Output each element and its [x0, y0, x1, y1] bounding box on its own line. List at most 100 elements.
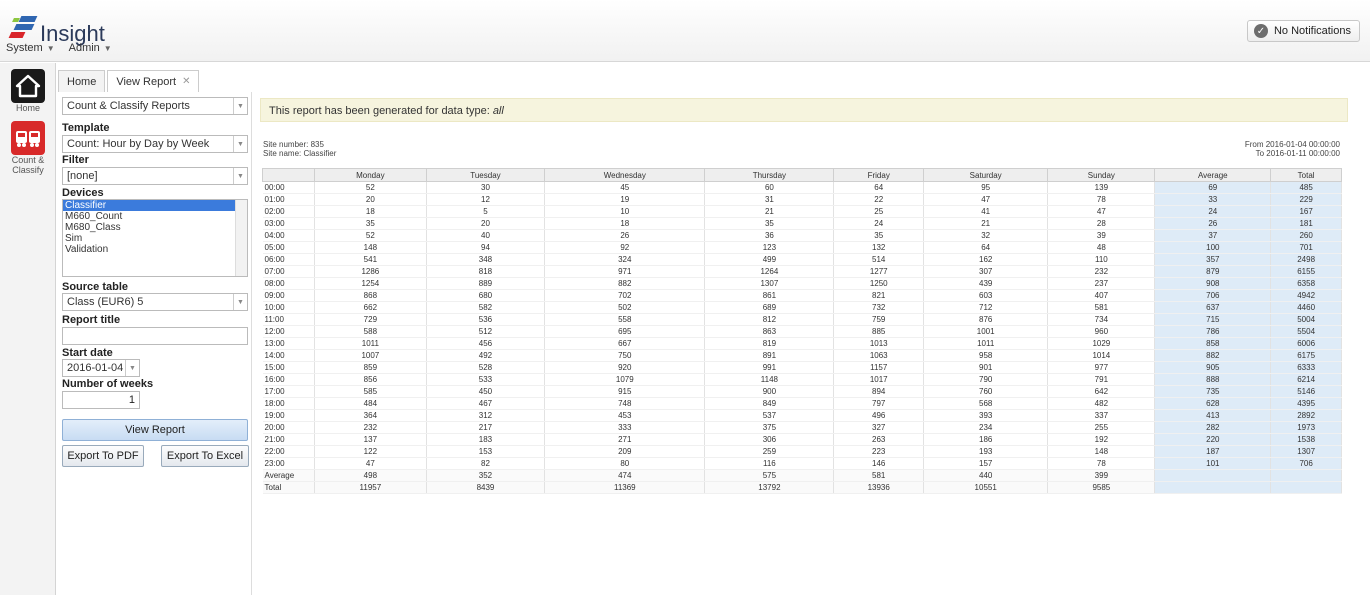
- column-header: Tuesday: [425, 168, 546, 182]
- table-cell: 876: [923, 313, 1049, 326]
- table-row: 01:00 20 12 19 31 22 47 78 33 229: [262, 193, 1342, 206]
- source-table-select[interactable]: Class (EUR6) 5 ▼: [62, 293, 248, 311]
- table-cell: 162: [923, 253, 1049, 266]
- row-label: 23:00: [262, 457, 315, 470]
- device-option[interactable]: Classifier: [63, 200, 235, 211]
- table-cell: 64: [833, 181, 924, 194]
- table-cell: 255: [1047, 421, 1156, 434]
- table-cell: [1270, 469, 1342, 482]
- table-cell: 32: [923, 229, 1049, 242]
- table-row: 10:00 662 582 502 689 732 712 581 637 4460: [262, 301, 1342, 314]
- row-label: 04:00: [262, 229, 315, 242]
- table-cell: 888: [1154, 373, 1272, 386]
- table-header-row: Monday Tuesday Wednesday Thursday Friday Satu…: [262, 168, 1342, 182]
- report-title-input[interactable]: [62, 327, 248, 345]
- table-row: 18:00 484 467 748 849 797 568 482 628 4395: [262, 397, 1342, 410]
- nav-home[interactable]: Home: [3, 69, 53, 113]
- table-cell: 324: [544, 253, 706, 266]
- table-cell: 333: [544, 421, 706, 434]
- chevron-down-icon: ▼: [46, 44, 55, 53]
- table-cell: 407: [1047, 289, 1156, 302]
- column-header: Monday: [314, 168, 427, 182]
- table-cell: 581: [833, 469, 924, 482]
- table-cell: 1286: [314, 265, 427, 278]
- report-category-select[interactable]: Count & Classify Reports ▼: [62, 97, 248, 115]
- vehicles-icon: [11, 121, 45, 155]
- weeks-input[interactable]: 1: [62, 391, 140, 409]
- row-label: 05:00: [262, 241, 315, 254]
- nav-count-label-2: Classify: [12, 165, 44, 175]
- data-type-value: all: [492, 105, 504, 117]
- row-label: 14:00: [262, 349, 315, 362]
- table-cell: 413: [1154, 409, 1272, 422]
- export-excel-button[interactable]: Export To Excel: [161, 445, 249, 467]
- column-header: Wednesday: [544, 168, 706, 182]
- table-cell: 2498: [1270, 253, 1342, 266]
- start-date-picker[interactable]: 2016-01-04 ▼: [62, 359, 140, 377]
- table-row: 06:00 541 348 324 499 514 162 110 357 2498: [262, 253, 1342, 266]
- table-cell: 137: [314, 433, 427, 446]
- table-cell: 18: [314, 205, 427, 218]
- notifications-button[interactable]: ✓ No Notifications: [1246, 20, 1360, 42]
- row-label: Average: [262, 469, 315, 482]
- table-row: 04:00 52 40 26 36 35 32 39 37 260: [262, 229, 1342, 242]
- table-cell: 863: [704, 325, 835, 338]
- table-cell: 958: [923, 349, 1049, 362]
- template-select[interactable]: Count: Hour by Day by Week ▼: [62, 135, 248, 153]
- table-cell: 537: [704, 409, 835, 422]
- table-cell: 47: [314, 457, 427, 470]
- device-option[interactable]: M660_Count: [63, 211, 247, 222]
- table-cell: 393: [923, 409, 1049, 422]
- table-cell: 94: [426, 241, 546, 254]
- table-cell: 502: [544, 301, 706, 314]
- menu-system[interactable]: System ▼: [6, 42, 55, 60]
- table-cell: 306: [704, 433, 835, 446]
- device-option[interactable]: M680_Class: [63, 222, 247, 233]
- row-label: Total: [262, 481, 315, 494]
- column-header: Sunday: [1047, 168, 1156, 182]
- table-cell: 861: [704, 289, 835, 302]
- table-row: 15:00 859 528 920 991 1157 901 977 905 6333: [262, 361, 1342, 374]
- view-report-button[interactable]: View Report: [62, 419, 248, 441]
- date-from: From 2016-01-04 00:00:00: [1244, 140, 1340, 149]
- table-cell: 1011: [314, 337, 427, 350]
- table-cell: 148: [314, 241, 427, 254]
- table-cell: 702: [544, 289, 706, 302]
- column-header: Saturday: [922, 168, 1049, 182]
- table-cell: 60: [704, 181, 835, 194]
- row-label: 11:00: [262, 313, 315, 326]
- table-cell: 20: [426, 217, 546, 230]
- tab-view-report[interactable]: View Report ✕: [107, 70, 200, 92]
- table-cell: 1029: [1047, 337, 1156, 350]
- table-cell: 40: [426, 229, 546, 242]
- table-cell: 209: [544, 445, 706, 458]
- table-cell: 5504: [1270, 325, 1342, 338]
- device-option[interactable]: Validation: [63, 244, 247, 255]
- table-cell: 167: [1270, 205, 1342, 218]
- table-cell: 327: [833, 421, 924, 434]
- table-cell: 628: [1154, 397, 1272, 410]
- row-label: 09:00: [262, 289, 315, 302]
- table-cell: 496: [833, 409, 924, 422]
- table-cell: 1148: [704, 373, 835, 386]
- table-cell: 307: [923, 265, 1049, 278]
- row-label: 06:00: [262, 253, 315, 266]
- listbox-scrollbar[interactable]: [235, 200, 247, 276]
- close-icon[interactable]: ✕: [182, 76, 190, 87]
- menu-admin[interactable]: Admin ▼: [69, 42, 112, 60]
- table-cell: 512: [426, 325, 546, 338]
- tab-home[interactable]: Home: [58, 70, 106, 92]
- table-cell: 905: [1154, 361, 1272, 374]
- filter-select[interactable]: [none] ▼: [62, 167, 248, 185]
- export-pdf-button[interactable]: Export To PDF: [62, 445, 144, 467]
- table-cell: 920: [544, 361, 706, 374]
- table-cell: 492: [426, 349, 546, 362]
- table-cell: 26: [544, 229, 706, 242]
- table-cell: 858: [1154, 337, 1272, 350]
- calendar-dropdown-icon[interactable]: ▼: [125, 360, 139, 376]
- table-cell: 680: [426, 289, 546, 302]
- table-row: 11:00 729 536 558 812 759 876 734 715 5004: [262, 313, 1342, 326]
- devices-listbox[interactable]: Classifier M660_Count M680_Class Sim Val…: [62, 199, 248, 277]
- nav-count-classify[interactable]: Count & Classify: [3, 121, 53, 175]
- device-option[interactable]: Sim: [63, 233, 247, 244]
